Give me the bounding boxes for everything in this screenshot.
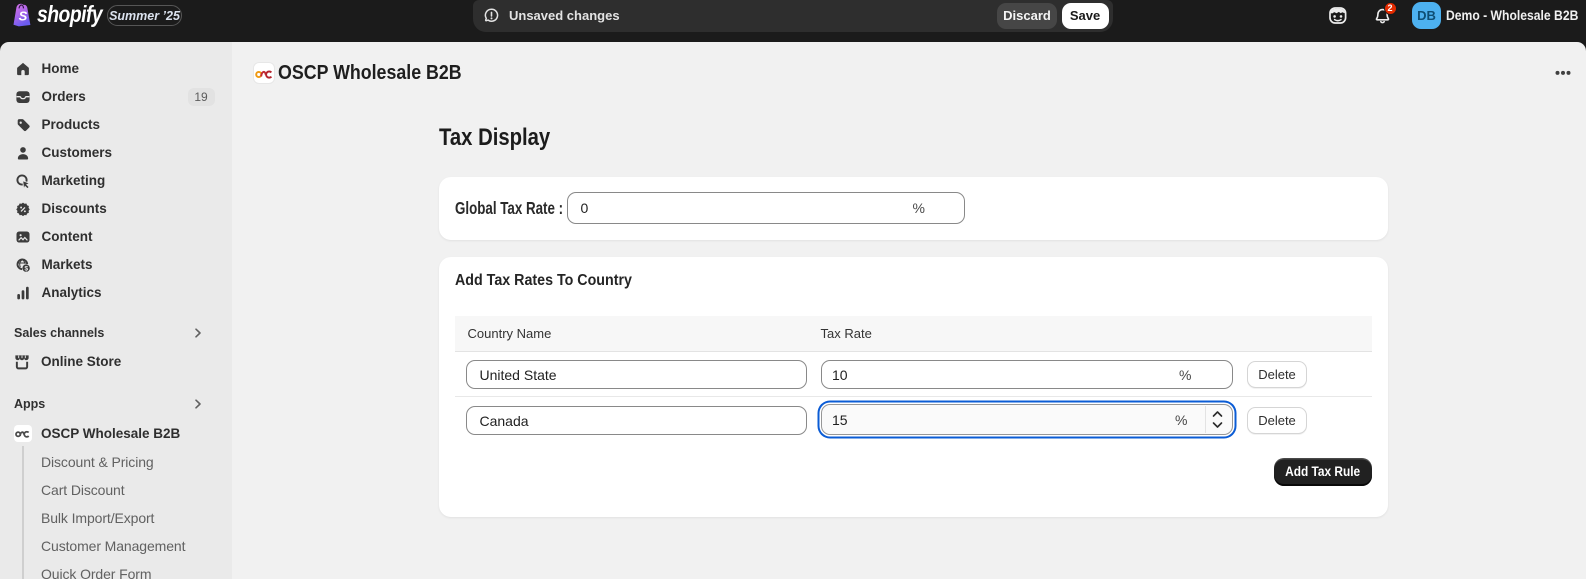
svg-text:$: $ — [24, 265, 28, 272]
svg-text:S: S — [19, 9, 28, 24]
